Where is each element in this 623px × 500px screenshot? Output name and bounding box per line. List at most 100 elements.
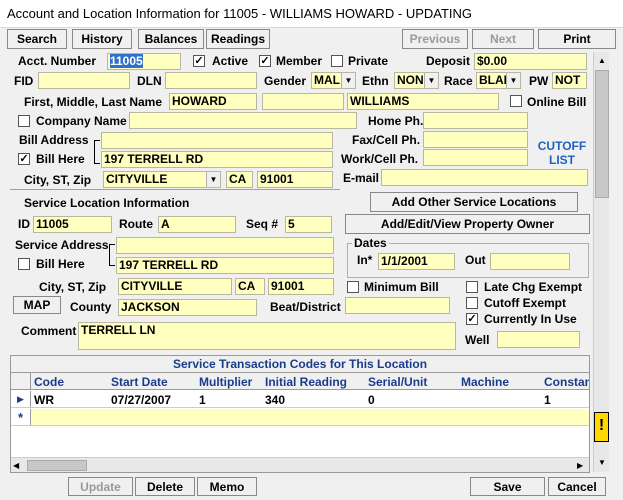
- acct-number-field[interactable]: 11005: [107, 53, 181, 70]
- service-address-line1[interactable]: [116, 237, 334, 254]
- col-header-machine[interactable]: Machine: [461, 375, 541, 389]
- chevron-down-icon[interactable]: ▼: [506, 73, 520, 88]
- cancel-button[interactable]: Cancel: [548, 477, 606, 496]
- new-row[interactable]: *: [11, 409, 589, 426]
- dln-field[interactable]: [165, 72, 257, 89]
- readings-button[interactable]: Readings: [206, 29, 270, 49]
- cell-code[interactable]: WR: [34, 393, 54, 407]
- cell-constant[interactable]: 1: [544, 393, 551, 407]
- minimum-bill-checkbox[interactable]: [347, 281, 359, 293]
- search-button[interactable]: Search: [7, 29, 67, 49]
- title-bar: Account and Location Information for 110…: [0, 0, 623, 28]
- comment-field[interactable]: TERRELL LN: [78, 322, 456, 350]
- company-checkbox[interactable]: [18, 115, 30, 127]
- currently-in-use-label: Currently In Use: [484, 312, 577, 326]
- chevron-down-icon[interactable]: ▼: [424, 73, 438, 88]
- gender-select[interactable]: MAL ▼: [311, 72, 356, 89]
- bill-here-checkbox[interactable]: ✓: [18, 153, 30, 165]
- delete-button[interactable]: Delete: [135, 477, 195, 496]
- member-label: Member: [276, 54, 323, 68]
- add-other-locations-button[interactable]: Add Other Service Locations: [370, 192, 578, 212]
- out-date-field[interactable]: [490, 253, 570, 270]
- seq-field[interactable]: 5: [285, 216, 332, 233]
- pw-field[interactable]: NOT: [552, 72, 587, 89]
- deposit-field[interactable]: $0.00: [474, 53, 587, 70]
- active-checkbox[interactable]: ✓: [193, 55, 205, 67]
- well-field[interactable]: [497, 331, 580, 348]
- gender-value: MAL: [314, 73, 340, 87]
- cell-initial-reading[interactable]: 340: [265, 393, 285, 407]
- fid-field[interactable]: [38, 72, 130, 89]
- online-bill-label: Online Bill: [527, 95, 587, 109]
- col-header-start-date[interactable]: Start Date: [111, 375, 196, 389]
- service-state-field[interactable]: CA: [235, 278, 265, 295]
- scroll-down-icon[interactable]: ▼: [595, 456, 609, 470]
- window-title: Account and Location Information for 110…: [7, 6, 473, 21]
- middle-name-field[interactable]: [262, 93, 344, 110]
- cutoff-exempt-checkbox[interactable]: [466, 297, 478, 309]
- vertical-scrollbar[interactable]: ▲ ▼: [593, 52, 609, 472]
- horizontal-scrollbar[interactable]: ◀ ▶: [11, 457, 589, 472]
- save-button[interactable]: Save: [470, 477, 545, 496]
- add-edit-owner-button[interactable]: Add/Edit/View Property Owner: [345, 214, 590, 234]
- race-value: BLAI: [479, 73, 507, 87]
- h-scroll-thumb[interactable]: [27, 460, 87, 471]
- late-chg-exempt-checkbox[interactable]: [466, 281, 478, 293]
- scroll-up-icon[interactable]: ▲: [595, 54, 609, 68]
- memo-button[interactable]: Memo: [197, 477, 257, 496]
- col-header-constant[interactable]: Constan: [544, 375, 589, 389]
- race-select[interactable]: BLAI ▼: [476, 72, 521, 89]
- col-header-serial-unit[interactable]: Serial/Unit: [368, 375, 458, 389]
- cell-multiplier[interactable]: 1: [199, 393, 206, 407]
- chevron-down-icon[interactable]: ▼: [341, 73, 355, 88]
- work-phone-field[interactable]: [423, 149, 528, 166]
- fax-phone-field[interactable]: [423, 131, 528, 148]
- bill-address-line1[interactable]: [101, 132, 333, 149]
- update-button[interactable]: Update: [68, 477, 133, 496]
- route-field[interactable]: A: [158, 216, 236, 233]
- first-name-field[interactable]: HOWARD: [169, 93, 257, 110]
- beat-district-field[interactable]: [345, 297, 450, 314]
- home-phone-field[interactable]: [423, 112, 528, 129]
- cutoff-list-link[interactable]: CUTOFF LIST: [534, 139, 590, 167]
- print-button[interactable]: Print: [538, 29, 616, 49]
- warning-icon[interactable]: !: [594, 412, 609, 442]
- location-id-field[interactable]: 11005: [33, 216, 112, 233]
- history-button[interactable]: History: [72, 29, 132, 49]
- service-zip-field[interactable]: 91001: [268, 278, 334, 295]
- county-field[interactable]: JACKSON: [118, 299, 257, 316]
- chevron-down-icon[interactable]: ▼: [206, 172, 220, 187]
- member-checkbox[interactable]: ✓: [259, 55, 271, 67]
- zip-field[interactable]: 91001: [257, 171, 333, 188]
- next-button[interactable]: Next: [472, 29, 534, 49]
- table-row[interactable]: ▶ WR 07/27/2007 1 340 0 1: [11, 391, 589, 408]
- bill-address-line2[interactable]: 197 TERRELL RD: [101, 151, 333, 168]
- last-name-field[interactable]: WILLIAMS: [347, 93, 499, 110]
- online-bill-checkbox[interactable]: [510, 95, 522, 107]
- col-header-initial-reading[interactable]: Initial Reading: [265, 375, 365, 389]
- cell-start-date[interactable]: 07/27/2007: [111, 393, 171, 407]
- company-name-field[interactable]: [129, 112, 357, 129]
- private-checkbox[interactable]: [331, 55, 343, 67]
- ethn-select[interactable]: NON ▼: [394, 72, 439, 89]
- service-address-line2[interactable]: 197 TERRELL RD: [116, 257, 334, 274]
- in-date-field[interactable]: 1/1/2001: [378, 253, 455, 270]
- service-city-field[interactable]: CITYVILLE: [118, 278, 232, 295]
- state-field[interactable]: CA: [226, 171, 253, 188]
- email-field[interactable]: [381, 169, 588, 186]
- map-button[interactable]: MAP: [13, 296, 61, 314]
- scroll-right-icon[interactable]: ▶: [577, 458, 583, 473]
- company-name-label: Company Name: [36, 114, 127, 128]
- previous-button[interactable]: Previous: [402, 29, 468, 49]
- col-header-multiplier[interactable]: Multiplier: [199, 375, 263, 389]
- balances-button[interactable]: Balances: [138, 29, 204, 49]
- scroll-thumb[interactable]: [595, 70, 609, 198]
- city-select[interactable]: CITYVILLE ▼: [103, 171, 221, 188]
- col-header-code[interactable]: Code: [34, 375, 109, 389]
- service-section-label: Service Location Information: [24, 196, 190, 210]
- cell-serial-unit[interactable]: 0: [368, 393, 375, 407]
- service-bill-here-checkbox[interactable]: [18, 258, 30, 270]
- scroll-left-icon[interactable]: ◀: [13, 458, 19, 473]
- acct-number-label: Acct. Number: [18, 54, 97, 68]
- currently-in-use-checkbox[interactable]: ✓: [466, 313, 478, 325]
